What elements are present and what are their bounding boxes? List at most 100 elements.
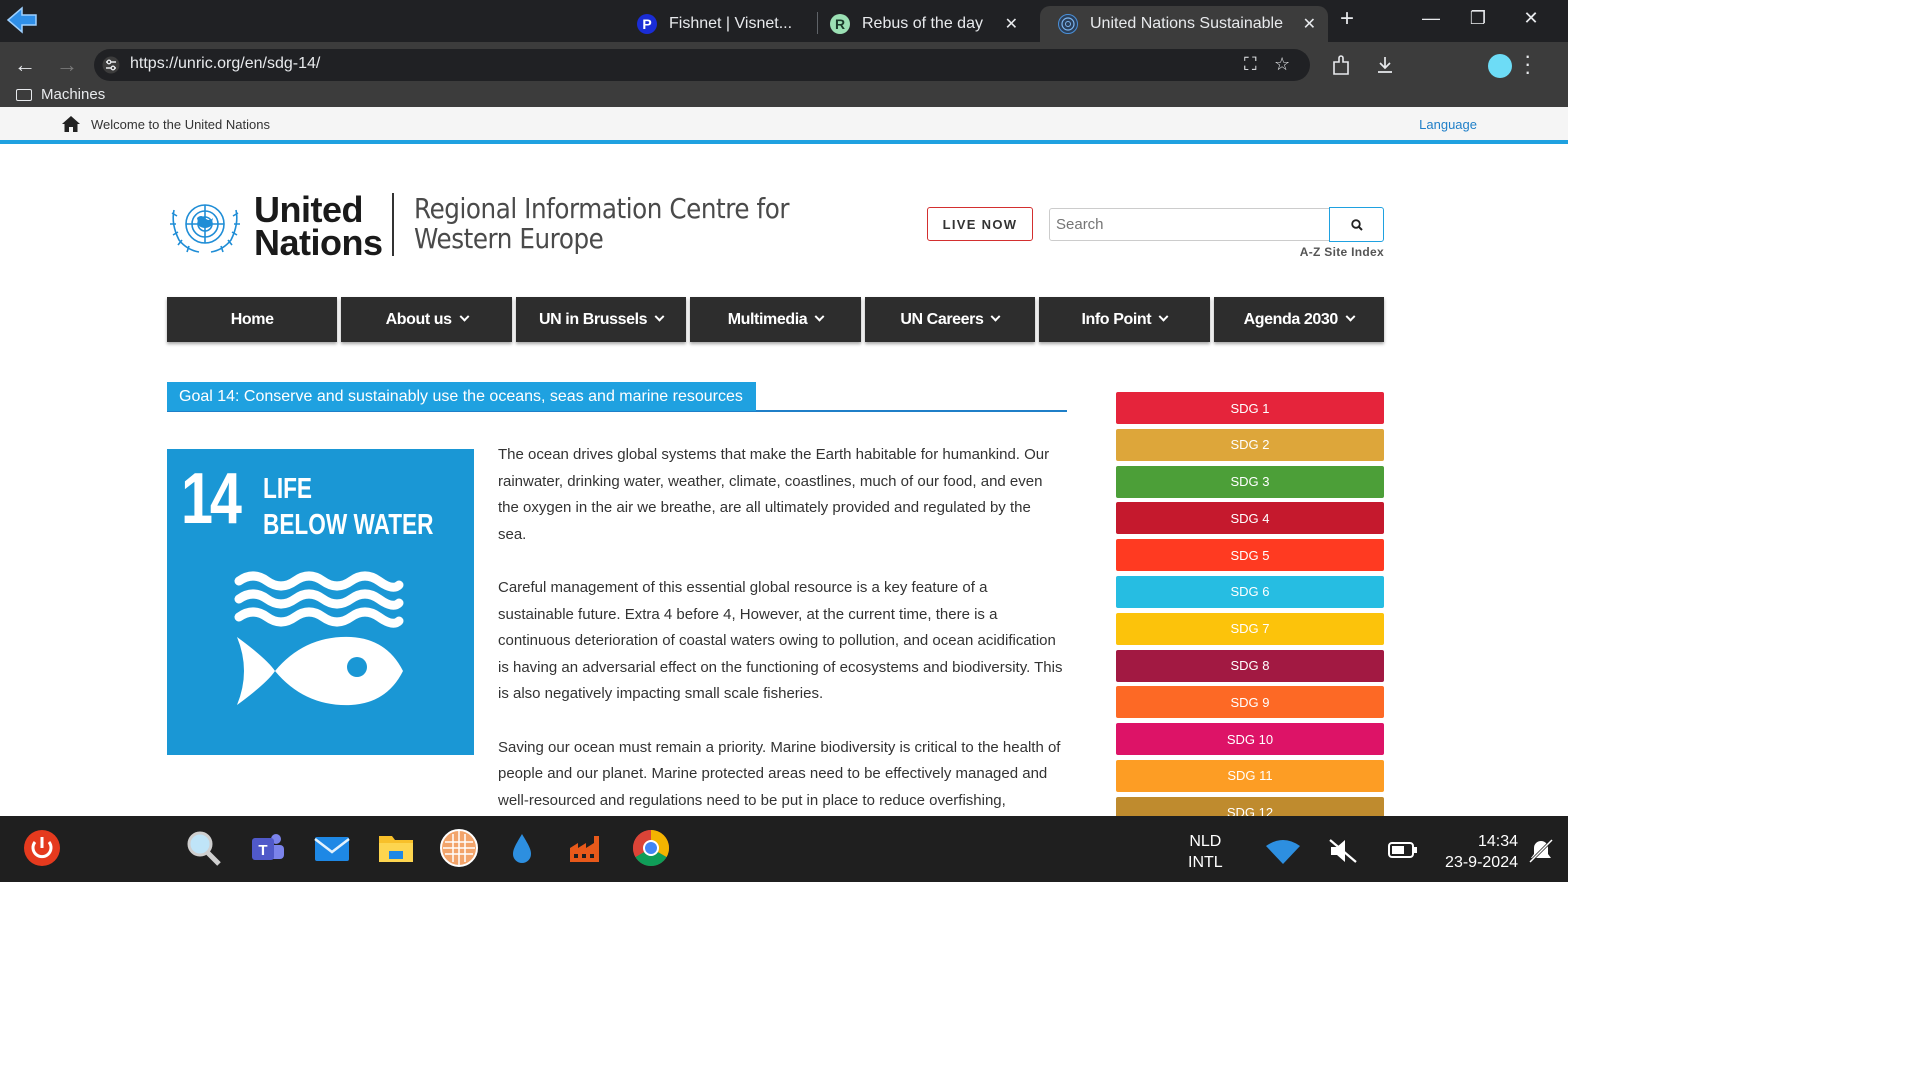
file-explorer-icon xyxy=(379,836,413,862)
mail-icon xyxy=(314,837,350,861)
extensions-icon[interactable] xyxy=(1332,54,1352,76)
tab-fishnet[interactable]: P Fishnet | Visnet... xyxy=(637,6,817,42)
nav-label: Agenda 2030 xyxy=(1243,310,1339,328)
bookmark-machines[interactable]: Machines xyxy=(16,86,105,103)
clock-date: 23-9-2024 xyxy=(1445,854,1518,871)
az-site-index-link[interactable]: A-Z Site Index xyxy=(1300,245,1384,259)
address-bar[interactable]: https://unric.org/en/sdg-14/ ⛶ ☆ xyxy=(94,49,1310,81)
search-input[interactable] xyxy=(1049,208,1330,241)
new-tab-icon[interactable]: + xyxy=(1332,5,1362,33)
tab-title: Rebus of the day xyxy=(862,15,983,32)
nav-label: UN in Brussels xyxy=(538,310,648,328)
nav-un-in-brussels[interactable]: UN in Brussels xyxy=(515,297,687,342)
water-drop-icon xyxy=(513,834,531,863)
subtitle-line2: Western Europe xyxy=(414,222,604,255)
site-settings-icon[interactable] xyxy=(102,56,120,74)
live-now-button[interactable]: LIVE NOW xyxy=(927,207,1033,241)
menu-kebab-icon[interactable]: · · · xyxy=(1524,45,1531,83)
r-favicon-icon: R xyxy=(830,14,850,34)
sdg-4-button[interactable]: SDG 4 xyxy=(1116,502,1384,535)
chevron-down-icon xyxy=(814,311,825,322)
chrome-icon xyxy=(632,830,670,867)
keyboard-language[interactable]: NLD INTL xyxy=(1188,831,1223,873)
sdg-11-button[interactable]: SDG 11 xyxy=(1116,759,1384,792)
forward-icon[interactable]: → xyxy=(56,52,78,78)
svg-text:T: T xyxy=(258,842,267,859)
sdg-6-button[interactable]: SDG 6 xyxy=(1116,575,1384,608)
back-arrow-app-icon[interactable] xyxy=(6,6,38,34)
url-text[interactable]: https://unric.org/en/sdg-14/ xyxy=(130,55,320,73)
sdg-7-button[interactable]: SDG 7 xyxy=(1116,612,1384,645)
teams-icon: T xyxy=(252,834,284,860)
file-explorer-app[interactable] xyxy=(376,828,416,868)
tab-close-icon[interactable]: ✕ xyxy=(1303,14,1316,34)
sdg-10-button[interactable]: SDG 10 xyxy=(1116,723,1384,756)
nav-label: Home xyxy=(230,310,274,328)
nav-multimedia[interactable]: Multimedia xyxy=(690,297,861,342)
tab-close-icon[interactable]: ✕ xyxy=(1005,14,1018,34)
article-body: The ocean drives global systems that mak… xyxy=(498,442,1063,841)
nav-info-point[interactable]: Info Point xyxy=(1039,297,1210,342)
home-icon[interactable] xyxy=(62,116,80,132)
welcome-link[interactable]: Welcome to the United Nations xyxy=(91,117,270,132)
tab-title: United Nations Sustainable xyxy=(1090,15,1284,32)
chevron-down-icon xyxy=(654,311,665,322)
un-emblem-logo[interactable] xyxy=(167,192,243,256)
factory-app[interactable] xyxy=(566,828,606,868)
un-favicon-icon xyxy=(1058,14,1078,34)
main-navigation: Home About us UN in Brussels Multimedia … xyxy=(167,297,1384,342)
speaker-muted-icon[interactable] xyxy=(1328,838,1358,864)
sdg-5-button[interactable]: SDG 5 xyxy=(1116,539,1384,572)
nav-label: About us xyxy=(385,310,453,328)
nav-about-us[interactable]: About us xyxy=(341,297,512,342)
tab-united-nations[interactable]: United Nations Sustainable ✕ xyxy=(1040,6,1328,42)
subtitle-line1: Regional Information Centre for xyxy=(414,192,790,225)
nav-home[interactable]: Home xyxy=(167,297,338,342)
sdg-1-button[interactable]: SDG 1 xyxy=(1116,392,1384,424)
search-app[interactable] xyxy=(183,828,223,868)
bookmark-star-icon[interactable]: ☆ xyxy=(1274,54,1290,75)
teams-app[interactable]: T xyxy=(248,828,288,868)
browser-toolbar: ← → https://unric.org/en/sdg-14/ ⛶ ☆ · · · xyxy=(0,42,1568,86)
chrome-app[interactable] xyxy=(631,828,671,868)
power-button[interactable] xyxy=(22,828,62,868)
paragraph: Careful management of this essential glo… xyxy=(498,578,1063,703)
nav-label: Multimedia xyxy=(727,310,808,328)
close-window-icon[interactable]: ✕ xyxy=(1516,8,1546,29)
nav-un-careers[interactable]: UN Careers xyxy=(864,297,1036,342)
notifications-off-icon[interactable] xyxy=(1528,838,1554,864)
paragraph: The ocean drives global systems that mak… xyxy=(498,446,1050,543)
download-icon[interactable] xyxy=(1375,55,1395,75)
back-icon[interactable]: ← xyxy=(14,52,36,78)
tab-rebus[interactable]: R Rebus of the day ✕ xyxy=(830,6,1030,42)
translate-icon[interactable]: ⛶ xyxy=(1244,54,1257,75)
chevron-down-icon xyxy=(991,311,1001,322)
logo-line2: Nations xyxy=(254,222,383,263)
search-button[interactable] xyxy=(1329,207,1384,242)
sdg-3-button[interactable]: SDG 3 xyxy=(1116,465,1384,498)
mail-app[interactable] xyxy=(312,828,352,868)
sdg-2-button[interactable]: SDG 2 xyxy=(1116,428,1384,461)
nav-label: Info Point xyxy=(1081,310,1152,328)
clock[interactable]: 14:34 23-9-2024 xyxy=(1442,831,1518,873)
bookmarks-bar: Machines xyxy=(0,86,1568,107)
united-nations-wordmark[interactable]: United Nations xyxy=(254,192,383,263)
language-link[interactable]: Language xyxy=(1419,117,1477,132)
tab-title: Fishnet | Visnet... xyxy=(669,15,793,32)
battery-icon[interactable] xyxy=(1388,841,1418,859)
restore-icon[interactable]: ❐ xyxy=(1463,8,1493,29)
water-app[interactable] xyxy=(502,828,542,868)
globe-app[interactable] xyxy=(439,828,479,868)
profile-avatar[interactable] xyxy=(1488,54,1512,78)
wifi-icon[interactable] xyxy=(1266,840,1300,864)
nav-agenda-2030[interactable]: Agenda 2030 xyxy=(1213,297,1384,342)
sdg-9-button[interactable]: SDG 9 xyxy=(1116,686,1384,719)
sdg-sidebar: SDG 1 SDG 2 SDG 3 SDG 4 SDG 5 SDG 6 SDG … xyxy=(1116,392,1384,834)
taskbar: T NLD INTL 14:34 23-9-2024 xyxy=(0,816,1568,882)
paragraph: Saving our ocean must remain a priority.… xyxy=(498,738,1061,809)
p-favicon-icon: P xyxy=(637,14,657,34)
sdg-8-button[interactable]: SDG 8 xyxy=(1116,649,1384,682)
factory-icon xyxy=(570,836,599,862)
chevron-down-icon xyxy=(1158,311,1169,322)
minimize-icon[interactable]: — xyxy=(1416,8,1446,29)
